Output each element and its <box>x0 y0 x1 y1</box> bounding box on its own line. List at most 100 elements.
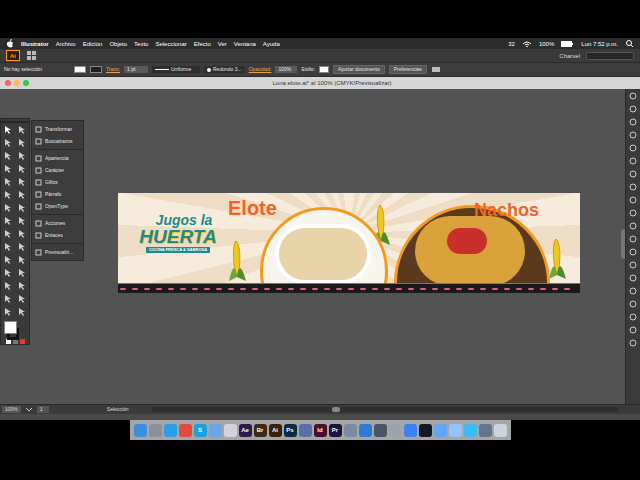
control-button[interactable]: Preferencias <box>389 65 427 74</box>
panel-item[interactable]: OpenType <box>32 200 83 212</box>
minimize-button[interactable] <box>14 80 20 86</box>
document-titlebar: Lona elote.ai* al 100% (CMYK/Previsualiz… <box>0 77 640 89</box>
dock-app-icon[interactable] <box>134 424 147 437</box>
horizontal-scrollbar[interactable] <box>152 407 618 412</box>
right-panel-strip <box>625 89 640 404</box>
panel-item[interactable]: Acciones <box>32 217 83 229</box>
dock-app-icon[interactable] <box>299 424 312 437</box>
style-swatch[interactable] <box>319 66 329 73</box>
menu-item[interactable]: Objeto <box>109 41 127 47</box>
status-number[interactable]: 32 <box>508 41 515 47</box>
stroke-weight-field[interactable]: 1 pt <box>124 66 148 73</box>
tool-icon <box>17 203 27 213</box>
tool-icon <box>3 151 13 161</box>
tool-icon <box>17 190 27 200</box>
dock-app-icon[interactable] <box>464 424 477 437</box>
menu-item[interactable]: Archivo <box>56 41 76 47</box>
dock-app-icon[interactable] <box>224 424 237 437</box>
dock-app-icon[interactable] <box>449 424 462 437</box>
panel-icon <box>35 179 42 186</box>
logo-main: HUERTA <box>139 227 216 246</box>
dock-app-icon[interactable]: Br <box>254 424 267 437</box>
panel-icon <box>35 220 42 227</box>
clock[interactable]: Lun 7:52 p.m. <box>581 41 618 47</box>
panel-icon <box>35 232 42 239</box>
panel-item[interactable]: Carácter <box>32 164 83 176</box>
stroke-profile-dropdown[interactable]: Uniforme <box>152 66 200 73</box>
app-menu[interactable]: Illustrator <box>21 41 49 47</box>
panel-item[interactable]: Buscatrazos <box>32 135 83 147</box>
fill-swatch[interactable] <box>74 66 86 73</box>
dock-app-icon[interactable] <box>359 424 372 437</box>
dock-app-label: Ai <box>272 427 278 433</box>
dock-app-icon[interactable] <box>494 424 507 437</box>
artboard[interactable]: Jugos laHUERTACOCINA FRESCA & SABROSAElo… <box>118 193 580 293</box>
tool-icon <box>3 190 13 200</box>
menu-item[interactable]: Ver <box>218 41 227 47</box>
wifi-icon <box>522 40 532 48</box>
menu-item[interactable]: Ventana <box>234 41 256 47</box>
brand-logo: Jugos laHUERTACOCINA FRESCA & SABROSA <box>130 213 226 253</box>
menu-item[interactable]: Seleccionar <box>155 41 186 47</box>
tool-icon <box>3 229 13 239</box>
logo-script: Jugos la <box>156 213 213 227</box>
panel-label: Párrafo <box>45 192 61 197</box>
control-button[interactable]: Ajustar documento <box>333 65 385 74</box>
dock-app-icon[interactable]: Ae <box>239 424 252 437</box>
dock-app-icon[interactable] <box>374 424 387 437</box>
dock-app-icon[interactable]: Ps <box>284 424 297 437</box>
panel-dock-icon <box>629 170 637 178</box>
current-tool: Selección <box>107 407 129 412</box>
panel-item[interactable]: Transformar <box>32 123 83 135</box>
menu-item[interactable]: Texto <box>134 41 148 47</box>
dock-app-icon[interactable]: Id <box>314 424 327 437</box>
panel-dock-icon <box>629 118 637 126</box>
elote-title: Elote <box>226 198 279 218</box>
brush-value: Redondo 3... <box>213 67 242 72</box>
stroke-swatch[interactable] <box>90 66 102 73</box>
canvas[interactable]: TransformarBuscatrazos AparienciaCarácter… <box>0 89 640 404</box>
menu-item[interactable]: Edición <box>83 41 103 47</box>
dock-app-icon[interactable] <box>419 424 432 437</box>
workspace-user[interactable]: Charvel <box>559 53 580 59</box>
dock-app-icon[interactable] <box>479 424 492 437</box>
dock-app-icon[interactable] <box>209 424 222 437</box>
tool-icon <box>17 216 27 226</box>
dock-app-icon[interactable] <box>179 424 192 437</box>
dock-app-icon[interactable] <box>149 424 162 437</box>
illustrator-logo[interactable]: Ai <box>6 50 20 61</box>
dock-app-label: Ps <box>286 427 293 433</box>
dock-app-icon[interactable]: Pr <box>329 424 342 437</box>
zoom-field[interactable]: 100% <box>2 406 21 413</box>
tools-panel <box>0 118 30 345</box>
panel-item[interactable]: Glifos <box>32 176 83 188</box>
panel-item[interactable]: Previsualiz... <box>32 246 83 258</box>
menu-item[interactable]: Efecto <box>194 41 211 47</box>
vertical-scroll-thumb[interactable] <box>621 229 625 259</box>
opacity-field[interactable]: 100% <box>275 66 297 73</box>
tool-icon <box>17 281 27 291</box>
close-button[interactable] <box>5 80 11 86</box>
apple-icon <box>6 39 14 48</box>
stroke-label[interactable]: Trazo: <box>106 67 120 72</box>
style-label: Estilo: <box>301 67 315 72</box>
dock-app-icon[interactable] <box>404 424 417 437</box>
fill-stroke-control[interactable] <box>4 321 26 336</box>
dock-app-icon[interactable]: Ai <box>269 424 282 437</box>
dock-app-icon[interactable]: S <box>194 424 207 437</box>
zoom-button[interactable] <box>23 80 29 86</box>
control-bar: No hay selecciónTrazo:1 ptUniformeRedond… <box>0 63 640 77</box>
brush-dropdown[interactable]: Redondo 3... <box>204 66 245 73</box>
search-field[interactable] <box>586 52 634 60</box>
dock-app-icon[interactable] <box>434 424 447 437</box>
panel-item[interactable]: Apariencia <box>32 152 83 164</box>
panel-item[interactable]: Párrafo <box>32 188 83 200</box>
menu-item[interactable]: Ayuda <box>263 41 280 47</box>
dock-app-icon[interactable] <box>389 424 402 437</box>
battery-level[interactable]: 100% <box>539 41 554 47</box>
dock-app-icon[interactable] <box>164 424 177 437</box>
artboard-field[interactable]: 1 <box>37 406 49 413</box>
opacity-label[interactable]: Opacidad: <box>249 67 272 72</box>
panel-item[interactable]: Enlaces <box>32 229 83 241</box>
dock-app-icon[interactable] <box>344 424 357 437</box>
